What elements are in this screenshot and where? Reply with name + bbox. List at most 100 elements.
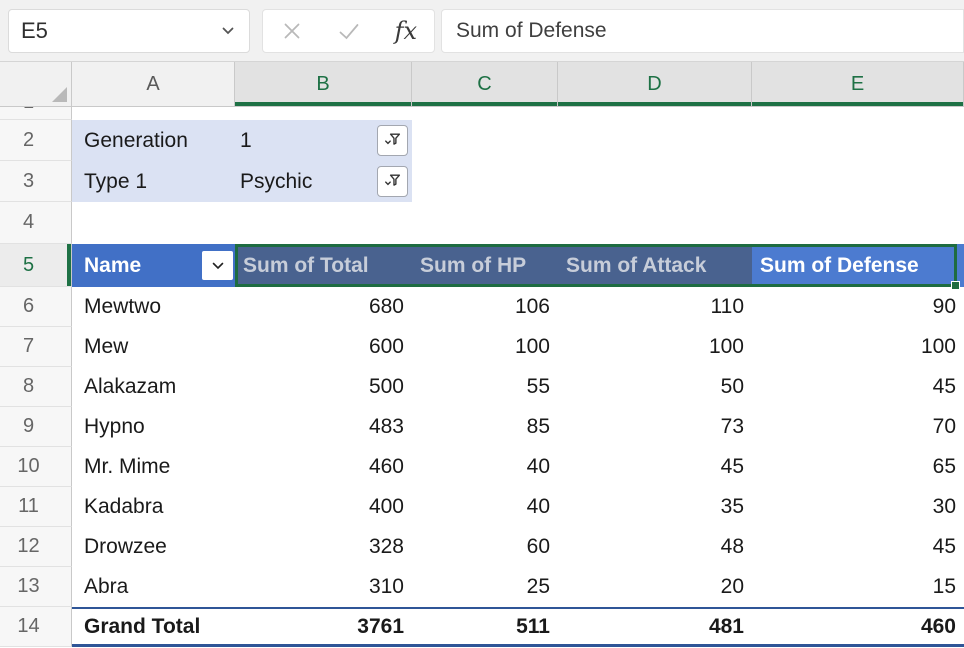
cell-total[interactable]: 310 (235, 567, 412, 607)
table-row: 12 Drowzee 328 60 48 45 (0, 527, 964, 567)
cell-defense[interactable]: 45 (752, 367, 964, 407)
column-header-c[interactable]: C (412, 62, 558, 107)
cell-defense[interactable]: 65 (752, 447, 964, 487)
row-4: 4 (0, 202, 964, 244)
cell-total[interactable]: 460 (235, 447, 412, 487)
cell-attack[interactable]: 110 (558, 287, 752, 327)
column-header-a[interactable]: A (72, 62, 235, 107)
cell-total[interactable]: 400 (235, 487, 412, 527)
cell-attack[interactable]: 45 (558, 447, 752, 487)
grand-total-attack[interactable]: 481 (558, 609, 752, 644)
filter-field-label[interactable]: Generation (72, 120, 235, 161)
column-header-d[interactable]: D (558, 62, 752, 107)
insert-function-icon[interactable]: fx (395, 17, 417, 45)
table-row: 10 Mr. Mime 460 40 45 65 (0, 447, 964, 487)
row-header-6[interactable]: 6 (0, 287, 72, 327)
filter-value-cell[interactable]: Psychic (235, 161, 412, 202)
filter-button-type1[interactable] (377, 166, 408, 197)
cell-attack[interactable]: 35 (558, 487, 752, 527)
cell-total[interactable]: 500 (235, 367, 412, 407)
cell-name[interactable]: Mew (72, 327, 235, 367)
empty-cells-row4[interactable] (72, 202, 964, 244)
empty-cells-row2[interactable] (412, 120, 964, 161)
cell-attack[interactable]: 48 (558, 527, 752, 567)
row-header-14[interactable]: 14 (0, 607, 72, 647)
cell-defense[interactable]: 45 (752, 527, 964, 567)
row-header-5[interactable]: 5 (0, 244, 72, 287)
pivot-header-sum-of-defense-active-cell[interactable]: Sum of Defense (752, 244, 964, 287)
cell-name[interactable]: Mewtwo (72, 287, 235, 327)
pivot-header-sum-of-total[interactable]: Sum of Total (235, 244, 412, 287)
pivot-header-sum-of-hp[interactable]: Sum of HP (412, 244, 558, 287)
row-5-pivot-header: 5 Name Sum of Total Sum of HP Sum of Att… (0, 244, 964, 287)
cell-defense[interactable]: 100 (752, 327, 964, 367)
select-all-triangle-icon (52, 87, 67, 102)
cell-total[interactable]: 328 (235, 527, 412, 567)
row-header-11[interactable]: 11 (0, 487, 72, 527)
cell-defense[interactable]: 15 (752, 567, 964, 607)
row-header-1[interactable]: 1 (0, 107, 72, 120)
name-filter-dropdown[interactable] (202, 251, 233, 280)
row-1: 1 (0, 107, 964, 120)
cell-hp[interactable]: 85 (412, 407, 558, 447)
empty-cells-row3[interactable] (412, 161, 964, 202)
select-all-corner[interactable] (0, 62, 72, 107)
column-header-e[interactable]: E (752, 62, 964, 107)
row-header-12[interactable]: 12 (0, 527, 72, 567)
grand-total-hp[interactable]: 511 (412, 609, 558, 644)
filter-value-cell[interactable]: 1 (235, 120, 412, 161)
cell-defense[interactable]: 90 (752, 287, 964, 327)
chevron-down-icon (210, 258, 226, 274)
grand-total-total[interactable]: 3761 (235, 609, 412, 644)
cell-name[interactable]: Abra (72, 567, 235, 607)
cell-attack[interactable]: 73 (558, 407, 752, 447)
row-header-9[interactable]: 9 (0, 407, 72, 447)
cell-hp[interactable]: 106 (412, 287, 558, 327)
cell-hp[interactable]: 40 (412, 487, 558, 527)
cell-name[interactable]: Hypno (72, 407, 235, 447)
name-box[interactable]: E5 (8, 9, 250, 53)
row-3: 3 Type 1 Psychic (0, 161, 964, 202)
cell-defense[interactable]: 30 (752, 487, 964, 527)
row-header-10[interactable]: 10 (0, 447, 72, 487)
row-header-2[interactable]: 2 (0, 120, 72, 161)
cell-hp[interactable]: 40 (412, 447, 558, 487)
funnel-filter-icon (383, 131, 402, 150)
cancel-icon[interactable] (280, 19, 304, 43)
cell-attack[interactable]: 50 (558, 367, 752, 407)
cell-name[interactable]: Mr. Mime (72, 447, 235, 487)
cell-name[interactable]: Kadabra (72, 487, 235, 527)
enter-check-icon[interactable] (336, 19, 362, 43)
column-header-b[interactable]: B (235, 62, 412, 107)
cell-total[interactable]: 483 (235, 407, 412, 447)
pivot-header-sum-of-attack[interactable]: Sum of Attack (558, 244, 752, 287)
formula-bar[interactable]: Sum of Defense (441, 9, 964, 53)
cell-defense[interactable]: 70 (752, 407, 964, 447)
grand-total-label[interactable]: Grand Total (72, 609, 235, 644)
cell-total[interactable]: 680 (235, 287, 412, 327)
cell-hp[interactable]: 25 (412, 567, 558, 607)
cell-attack[interactable]: 100 (558, 327, 752, 367)
formula-button-group: fx (262, 9, 435, 53)
filter-button-generation[interactable] (377, 125, 408, 156)
table-row: 7 Mew 600 100 100 100 (0, 327, 964, 367)
row-header-3[interactable]: 3 (0, 161, 72, 202)
cell-name[interactable]: Drowzee (72, 527, 235, 567)
cell-a1[interactable] (72, 107, 964, 120)
row-header-7[interactable]: 7 (0, 327, 72, 367)
grand-total-row: 14 Grand Total 3761 511 481 460 (0, 607, 964, 647)
row-header-13[interactable]: 13 (0, 567, 72, 607)
cell-name[interactable]: Alakazam (72, 367, 235, 407)
formula-bar-content: Sum of Defense (456, 19, 607, 43)
cell-hp[interactable]: 100 (412, 327, 558, 367)
pivot-header-name[interactable]: Name (72, 244, 235, 287)
cell-hp[interactable]: 60 (412, 527, 558, 567)
row-header-8[interactable]: 8 (0, 367, 72, 407)
cell-attack[interactable]: 20 (558, 567, 752, 607)
chevron-down-icon[interactable] (219, 22, 237, 40)
cell-hp[interactable]: 55 (412, 367, 558, 407)
row-header-4[interactable]: 4 (0, 202, 72, 244)
grand-total-defense[interactable]: 460 (752, 609, 964, 644)
cell-total[interactable]: 600 (235, 327, 412, 367)
filter-field-label[interactable]: Type 1 (72, 161, 235, 202)
